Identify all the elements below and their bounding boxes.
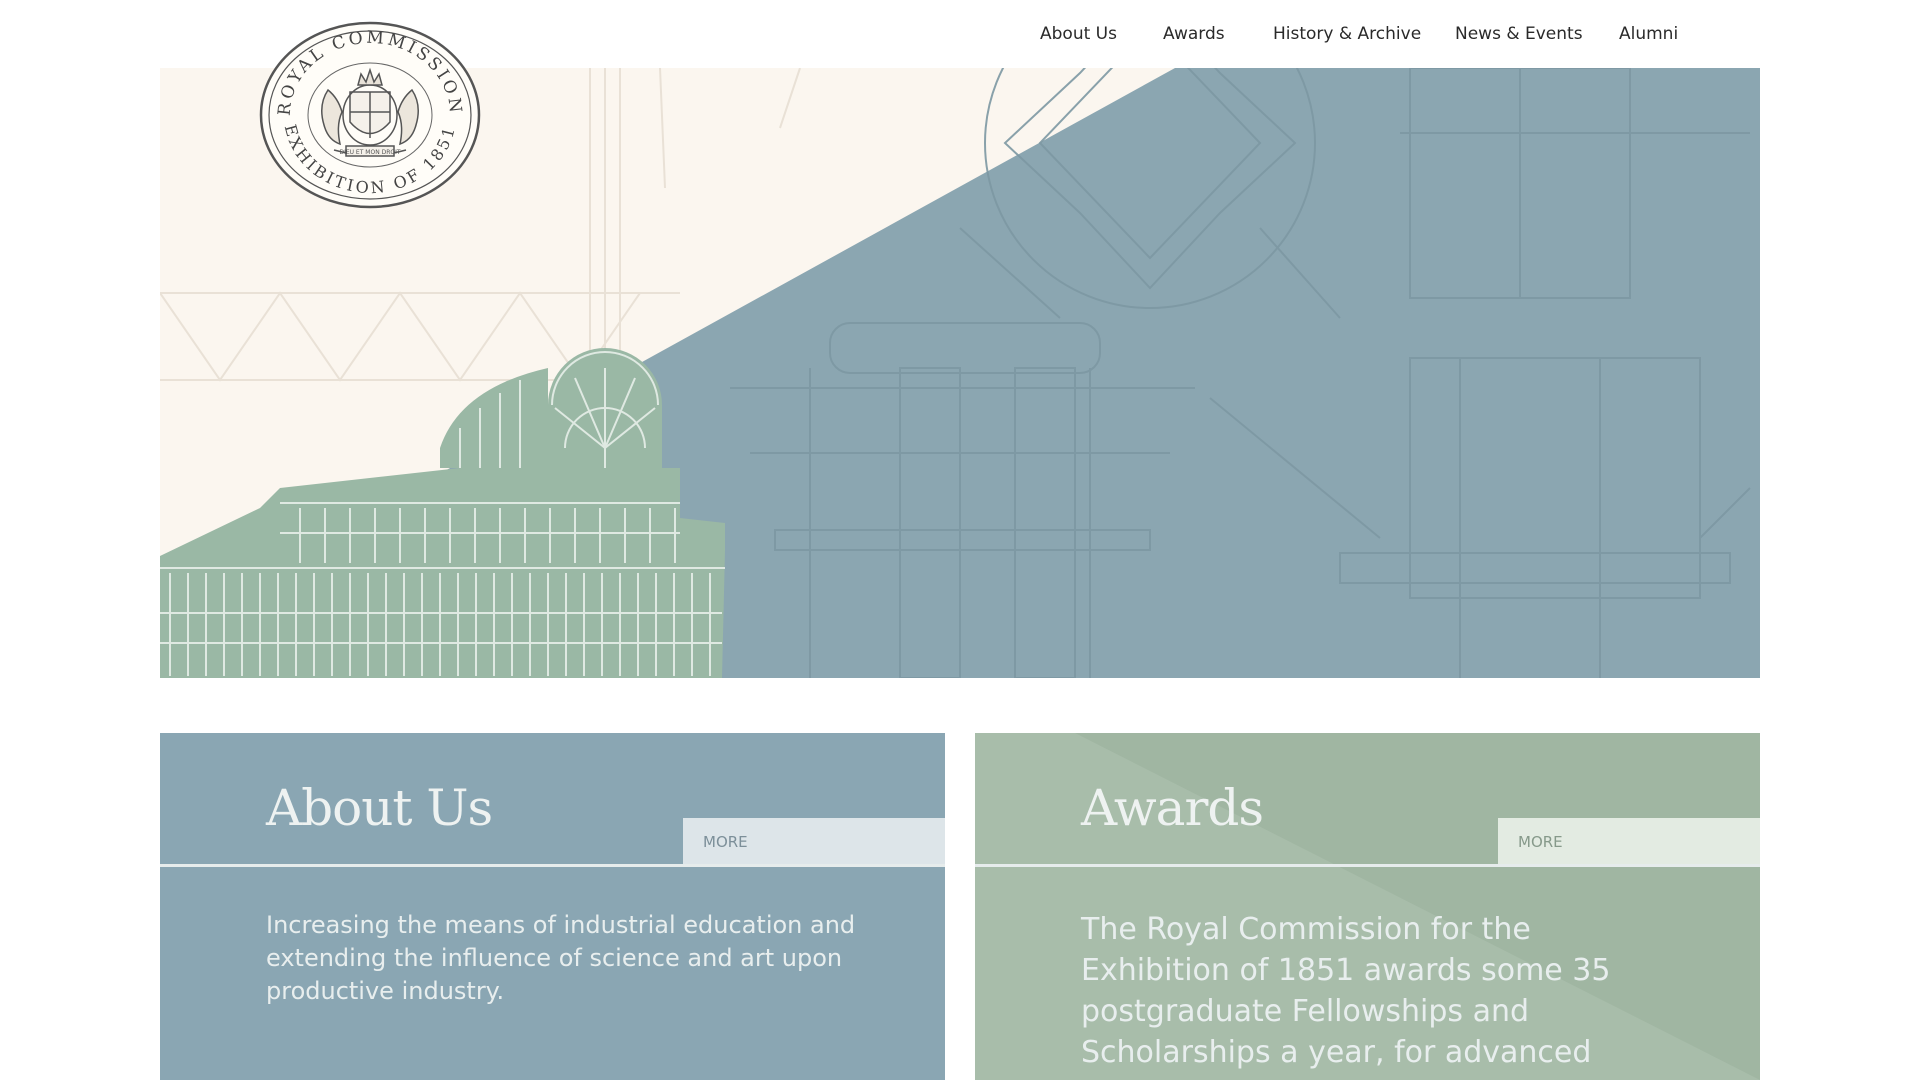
awards-title: Awards <box>1081 779 1264 837</box>
awards-more-button[interactable]: MORE <box>1498 818 1760 866</box>
nav-about-us[interactable]: About Us <box>1040 24 1117 44</box>
nav-history-archive[interactable]: History & Archive <box>1273 24 1421 44</box>
about-us-divider <box>160 864 945 867</box>
about-us-description: Increasing the means of industrial educa… <box>266 911 856 1005</box>
nav-awards[interactable]: Awards <box>1163 24 1225 44</box>
logo-motto: DIEU ET MON DROIT <box>339 149 400 156</box>
nav-news-events[interactable]: News & Events <box>1455 24 1583 44</box>
awards-description: The Royal Commission for the Exhibition … <box>1081 912 1611 1080</box>
about-us-title: About Us <box>266 779 493 837</box>
royal-commission-logo[interactable]: ROYAL COMMISSION EXHIBITION OF 1851 DIEU… <box>258 20 482 210</box>
crest-seal-icon: ROYAL COMMISSION EXHIBITION OF 1851 DIEU… <box>259 21 481 209</box>
nav-alumni[interactable]: Alumni <box>1619 24 1678 44</box>
about-us-card: About Us MORE Increasing the means of in… <box>160 733 945 1080</box>
awards-divider <box>975 864 1760 867</box>
awards-card: Awards MORE The Royal Commission for the… <box>975 733 1760 1080</box>
about-us-more-button[interactable]: MORE <box>683 818 945 866</box>
